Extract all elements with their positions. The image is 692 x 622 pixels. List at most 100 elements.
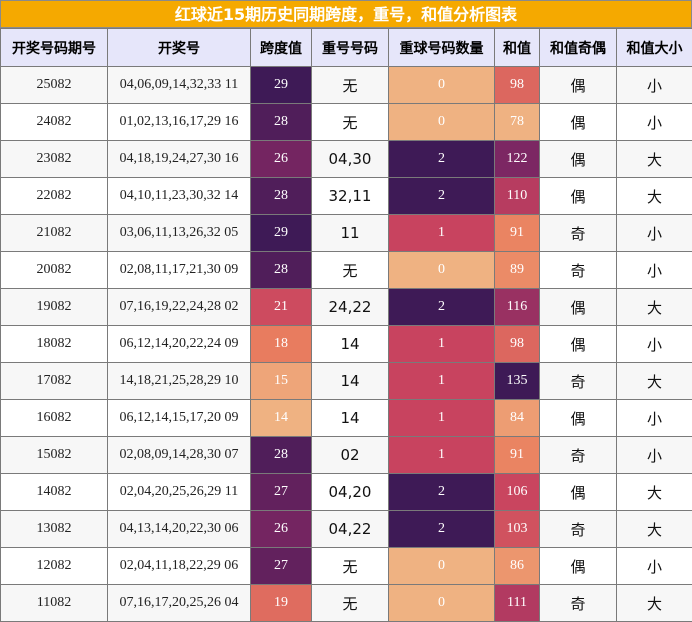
cell-sum: 110 [495,178,540,215]
cell-numbers: 06,12,14,20,22,24 09 [108,326,251,363]
table-row: 1808206,12,14,20,22,24 091814198偶小 [1,326,692,363]
cell-size: 小 [617,548,692,585]
table-row: 1308204,13,14,20,22,30 062604,222103奇大 [1,511,692,548]
cell-span: 19 [251,585,312,622]
table-row: 1408202,04,20,25,26,29 112704,202106偶大 [1,474,692,511]
cell-size: 小 [617,437,692,474]
cell-numbers: 06,12,14,15,17,20 09 [108,400,251,437]
cell-period: 24082 [1,104,108,141]
cell-parity: 偶 [540,289,617,326]
col-header-sum: 和值 [495,29,540,67]
cell-size: 小 [617,400,692,437]
cell-parity: 奇 [540,252,617,289]
cell-span: 21 [251,289,312,326]
cell-span: 26 [251,511,312,548]
cell-sum: 84 [495,400,540,437]
table-row: 2408201,02,13,16,17,29 1628无078偶小 [1,104,692,141]
cell-repeat: 无 [312,548,389,585]
cell-span: 29 [251,215,312,252]
cell-numbers: 04,06,09,14,32,33 11 [108,67,251,104]
cell-repeat-count: 2 [389,141,495,178]
table-body: 2508204,06,09,14,32,33 1129无098偶小2408201… [1,67,692,622]
cell-repeat-count: 0 [389,548,495,585]
table-row: 2008202,08,11,17,21,30 0928无089奇小 [1,252,692,289]
table-row: 2508204,06,09,14,32,33 1129无098偶小 [1,67,692,104]
cell-repeat: 14 [312,326,389,363]
cell-repeat: 无 [312,104,389,141]
cell-repeat: 14 [312,363,389,400]
cell-period: 23082 [1,141,108,178]
cell-size: 大 [617,363,692,400]
cell-sum: 91 [495,215,540,252]
cell-repeat: 无 [312,67,389,104]
col-header-repeat: 重号号码 [312,29,389,67]
cell-size: 大 [617,511,692,548]
cell-span: 15 [251,363,312,400]
cell-sum: 135 [495,363,540,400]
cell-size: 大 [617,474,692,511]
col-header-parity: 和值奇偶 [540,29,617,67]
cell-size: 大 [617,178,692,215]
col-header-numbers: 开奖号 [108,29,251,67]
cell-period: 19082 [1,289,108,326]
cell-parity: 偶 [540,141,617,178]
cell-size: 小 [617,252,692,289]
cell-parity: 偶 [540,178,617,215]
cell-repeat-count: 2 [389,511,495,548]
table-row: 2308204,18,19,24,27,30 162604,302122偶大 [1,141,692,178]
cell-parity: 偶 [540,400,617,437]
cell-period: 14082 [1,474,108,511]
cell-repeat-count: 1 [389,400,495,437]
cell-repeat: 02 [312,437,389,474]
cell-period: 13082 [1,511,108,548]
cell-numbers: 02,08,11,17,21,30 09 [108,252,251,289]
chart-container: 红球近15期历史同期跨度，重号，和值分析图表 开奖号码期号 开奖号 跨度值 重号… [0,0,692,620]
cell-repeat-count: 0 [389,585,495,622]
cell-numbers: 04,18,19,24,27,30 16 [108,141,251,178]
cell-period: 18082 [1,326,108,363]
cell-repeat: 04,30 [312,141,389,178]
cell-span: 18 [251,326,312,363]
col-header-period: 开奖号码期号 [1,29,108,67]
cell-period: 16082 [1,400,108,437]
cell-numbers: 14,18,21,25,28,29 10 [108,363,251,400]
cell-parity: 偶 [540,67,617,104]
cell-size: 小 [617,67,692,104]
table-row: 1708214,18,21,25,28,29 1015141135奇大 [1,363,692,400]
cell-parity: 奇 [540,363,617,400]
cell-parity: 偶 [540,326,617,363]
col-header-repeat-count: 重球号码数量 [389,29,495,67]
cell-repeat-count: 2 [389,178,495,215]
cell-span: 27 [251,474,312,511]
cell-repeat-count: 0 [389,252,495,289]
cell-period: 17082 [1,363,108,400]
analysis-table: 开奖号码期号 开奖号 跨度值 重号号码 重球号码数量 和值 和值奇偶 和值大小 … [0,28,692,622]
cell-size: 大 [617,141,692,178]
cell-sum: 98 [495,326,540,363]
cell-sum: 116 [495,289,540,326]
table-row: 1208202,04,11,18,22,29 0627无086偶小 [1,548,692,585]
cell-repeat: 24,22 [312,289,389,326]
cell-numbers: 07,16,19,22,24,28 02 [108,289,251,326]
cell-repeat-count: 1 [389,437,495,474]
table-row: 2108203,06,11,13,26,32 052911191奇小 [1,215,692,252]
cell-numbers: 03,06,11,13,26,32 05 [108,215,251,252]
cell-repeat-count: 1 [389,215,495,252]
cell-span: 29 [251,67,312,104]
chart-title: 红球近15期历史同期跨度，重号，和值分析图表 [0,0,692,28]
cell-parity: 奇 [540,215,617,252]
cell-repeat-count: 1 [389,363,495,400]
cell-period: 25082 [1,67,108,104]
cell-period: 15082 [1,437,108,474]
cell-numbers: 02,04,20,25,26,29 11 [108,474,251,511]
cell-sum: 111 [495,585,540,622]
cell-span: 14 [251,400,312,437]
cell-parity: 奇 [540,511,617,548]
cell-repeat-count: 0 [389,104,495,141]
cell-period: 11082 [1,585,108,622]
cell-numbers: 01,02,13,16,17,29 16 [108,104,251,141]
cell-parity: 偶 [540,474,617,511]
cell-repeat: 14 [312,400,389,437]
cell-numbers: 04,13,14,20,22,30 06 [108,511,251,548]
table-row: 1908207,16,19,22,24,28 022124,222116偶大 [1,289,692,326]
